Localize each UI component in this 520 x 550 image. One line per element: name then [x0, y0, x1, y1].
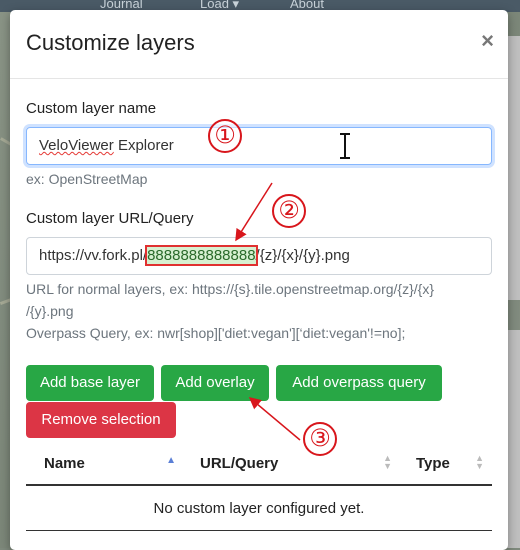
annotation-marker-2: ② — [272, 194, 306, 228]
annotation-arrow-3 — [248, 397, 301, 441]
annotation-arrows — [235, 182, 301, 441]
customize-layers-modal: Customize layers × Custom layer name Vel… — [10, 10, 508, 550]
annotation-marker-3: ③ — [303, 422, 337, 456]
annotation-arrow-2 — [235, 182, 273, 242]
annotation-marker-1: ① — [208, 119, 242, 153]
